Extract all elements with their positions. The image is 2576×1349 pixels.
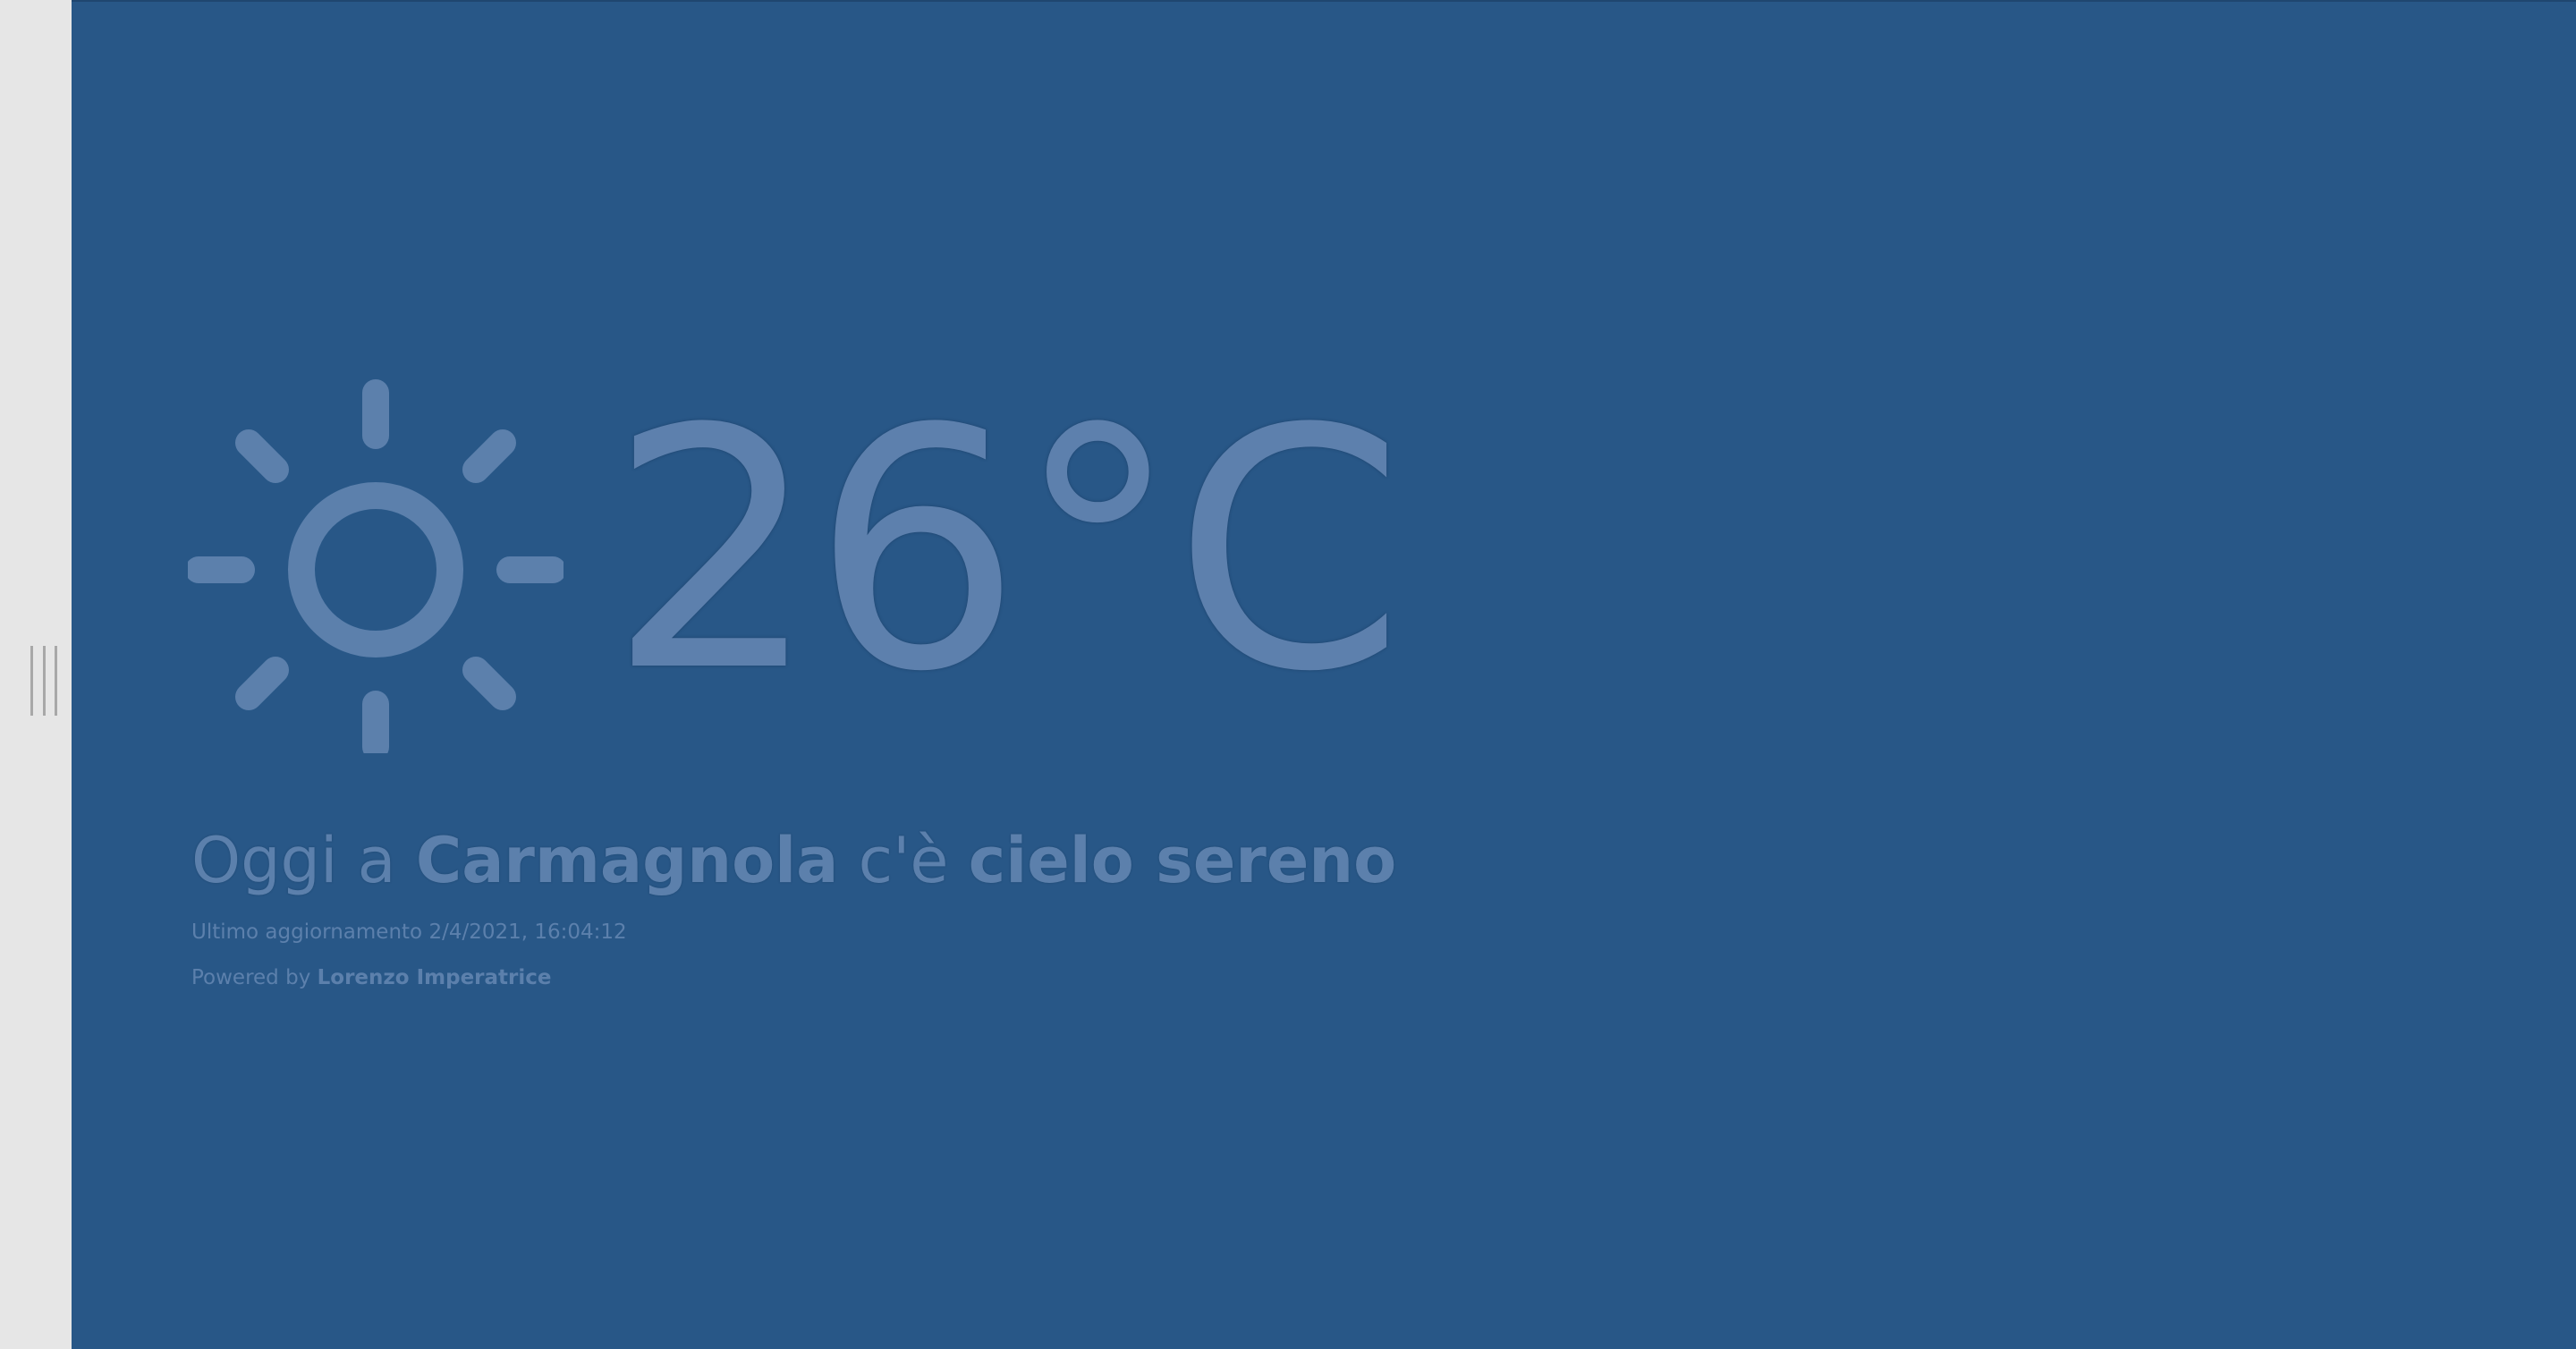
author-name: Lorenzo Imperatrice [317, 966, 552, 989]
side-panel [0, 0, 72, 1349]
condition-summary: Oggi a Carmagnola c'è cielo sereno [191, 816, 1396, 905]
last-update-label: Ultimo aggiornamento [191, 921, 423, 944]
powered-by: Powered by Lorenzo Imperatrice [191, 963, 552, 992]
weather-panel: 26°C Oggi a Carmagnola c'è cielo sereno … [72, 0, 2576, 1349]
powered-by-label: Powered by [191, 966, 311, 989]
condition-text: cielo sereno [968, 824, 1397, 897]
grip-line [30, 646, 33, 716]
last-update-value: 2/4/2021, 16:04:12 [428, 921, 627, 944]
temperature-value: 26°C [608, 360, 1404, 744]
grip-line [42, 646, 46, 716]
sun-icon [188, 379, 564, 753]
city-name: Carmagnola [415, 824, 839, 897]
condition-prefix: Oggi a [191, 824, 396, 897]
last-update: Ultimo aggiornamento 2/4/2021, 16:04:12 [191, 918, 627, 946]
resize-handle[interactable] [30, 646, 57, 716]
condition-connector: c'è [858, 824, 949, 897]
grip-line [55, 646, 57, 716]
